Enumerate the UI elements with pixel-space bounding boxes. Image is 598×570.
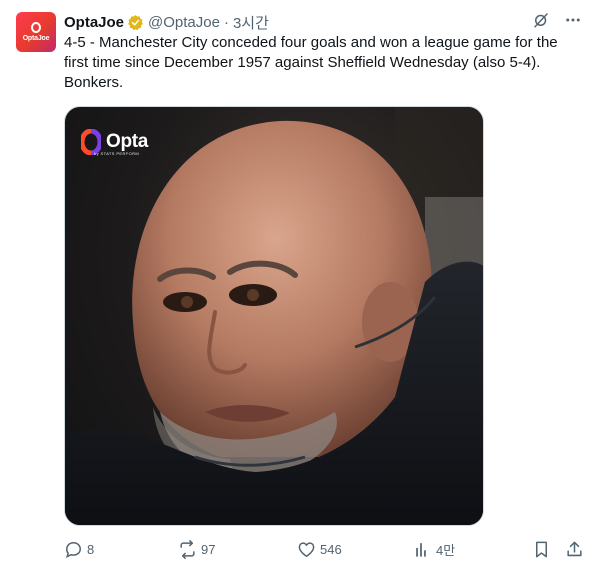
share-icon[interactable] <box>565 540 584 559</box>
views-button[interactable]: 4만 <box>413 540 532 559</box>
header-actions <box>532 11 582 33</box>
avatar[interactable]: OptaJoe <box>16 12 56 52</box>
opta-wordmark: Opta <box>106 131 149 152</box>
tweet-text-line: 4-5 - Manchester City conceded four goal… <box>64 34 558 51</box>
views-chart-icon <box>416 542 426 557</box>
tweet-text-line: first time since December 1957 against S… <box>64 54 541 71</box>
tweet-text-line: Bonkers. <box>64 74 124 91</box>
verified-badge-icon[interactable] <box>127 14 144 31</box>
repost-count: 97 <box>201 541 216 557</box>
post-time[interactable]: 3시간 <box>233 12 269 33</box>
opta-ring-icon <box>31 22 41 33</box>
reply-button[interactable]: 8 <box>64 540 178 559</box>
repost-button[interactable]: 97 <box>178 539 297 559</box>
author-name[interactable]: OptaJoe <box>64 14 124 31</box>
reply-count: 8 <box>87 541 95 557</box>
tweet-header: OptaJoe @OptaJoe · 3시간 <box>64 12 582 32</box>
heart-icon <box>298 541 315 557</box>
tweet-media-photo[interactable]: Opta by STATS PERFORM <box>64 106 484 526</box>
views-count: 4만 <box>436 542 456 558</box>
author-handle[interactable]: @OptaJoe <box>148 14 220 31</box>
bookmark-icon[interactable] <box>532 540 551 559</box>
reply-icon <box>65 541 81 558</box>
repost-icon <box>180 539 195 559</box>
avatar-label: OptaJoe <box>22 35 50 42</box>
opta-subtitle: by STATS PERFORM <box>94 151 140 156</box>
like-button[interactable]: 546 <box>297 540 413 559</box>
tweet-text: 4-5 - Manchester City conceded four goal… <box>64 33 584 93</box>
separator-dot: · <box>223 13 229 31</box>
tweet[interactable]: OptaJoe OptaJoe @OptaJoe · 3시간 4-5 - Man… <box>0 0 598 570</box>
grok-icon[interactable] <box>532 11 550 33</box>
tweet-actions: 8 97 546 4만 <box>64 538 584 560</box>
secondary-actions <box>532 540 584 559</box>
like-count: 546 <box>320 541 342 557</box>
photo-illustration <box>65 107 483 525</box>
more-options-icon[interactable] <box>564 11 582 33</box>
